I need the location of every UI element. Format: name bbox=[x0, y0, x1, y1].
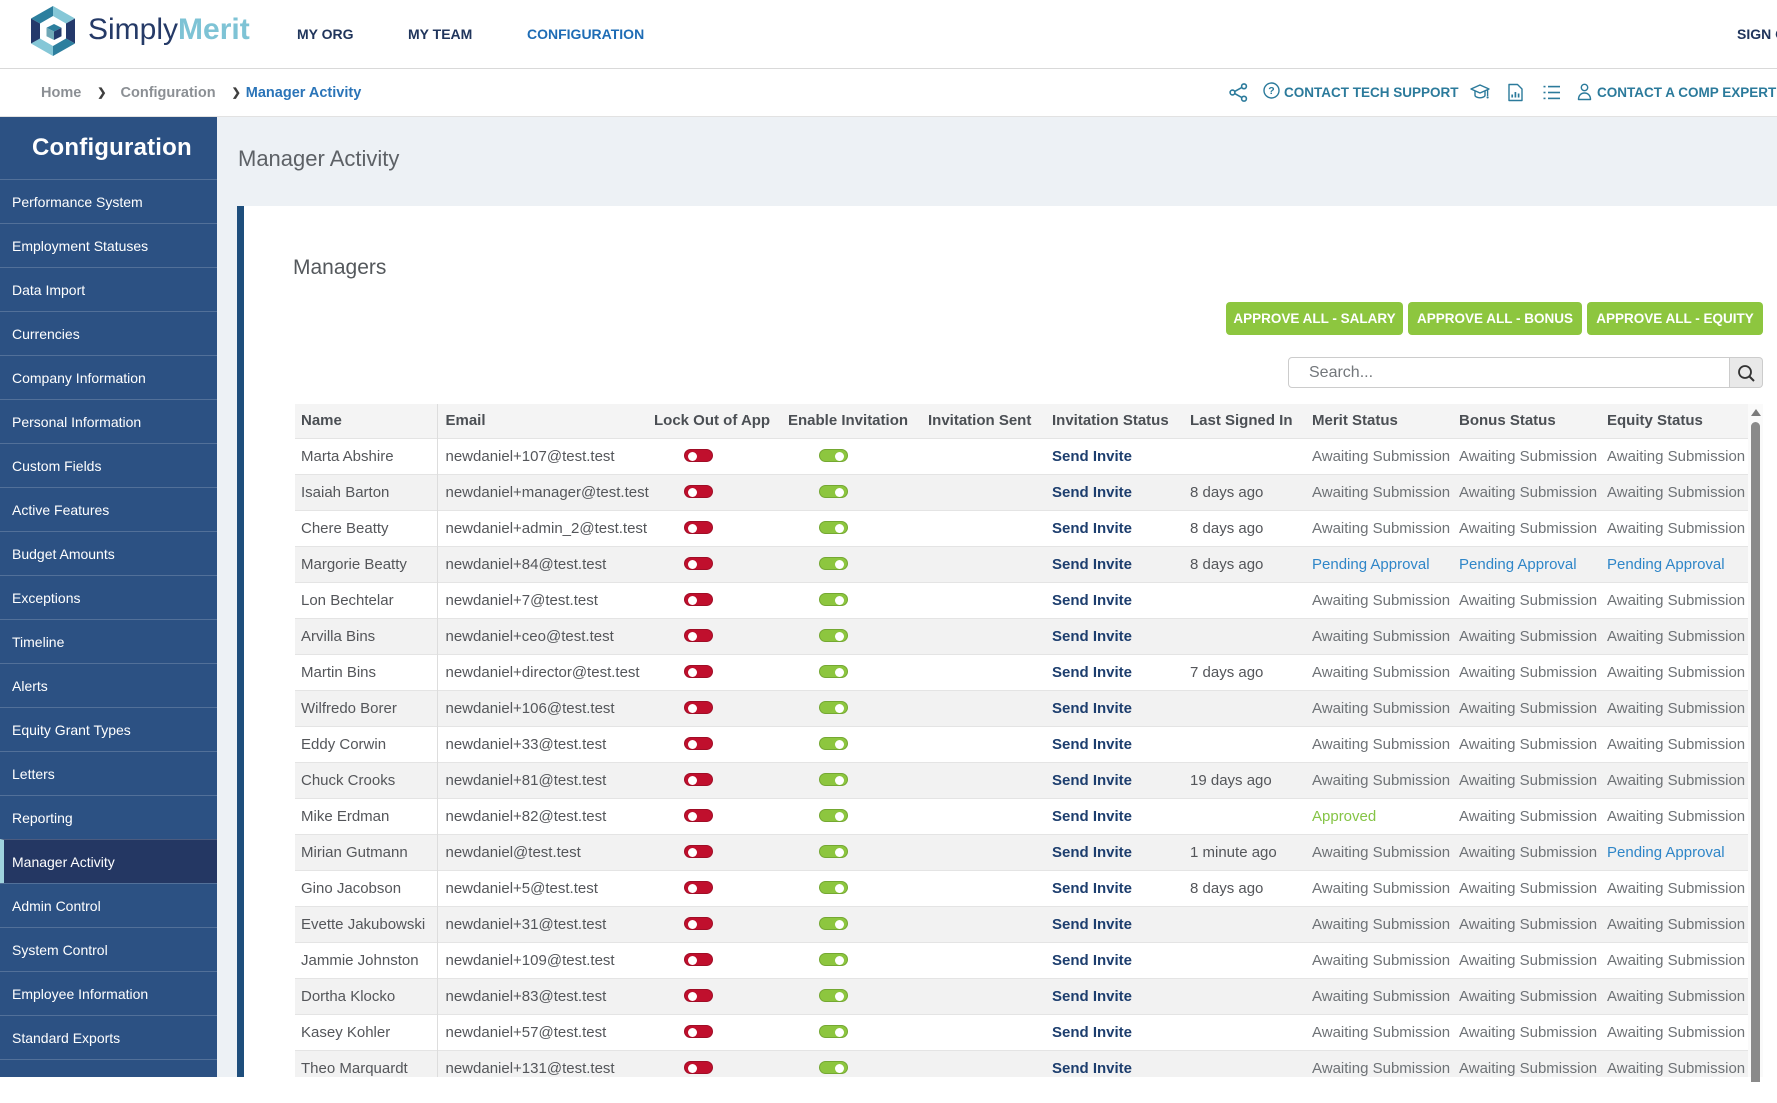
svg-text:?: ? bbox=[1268, 85, 1274, 97]
